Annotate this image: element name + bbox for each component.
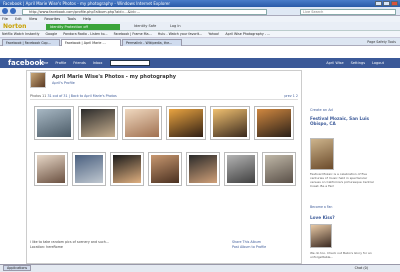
fav-hulu[interactable]: Hulu - Watch your favorit... bbox=[158, 32, 203, 36]
avatar[interactable] bbox=[30, 72, 46, 88]
photo-image bbox=[213, 109, 247, 137]
photos-count: Photos 11 bbox=[30, 94, 47, 98]
tab-wikipedia[interactable]: Permalink - Wikipedia, the... bbox=[122, 39, 182, 46]
photo-thumbnail[interactable] bbox=[210, 106, 250, 140]
photo-thumbnail[interactable] bbox=[224, 152, 258, 186]
ad-body: Festival Mozaic is a celebration of five… bbox=[310, 172, 374, 188]
facebook-header: facebook Home Profile Friends Inbox Apri… bbox=[0, 58, 400, 68]
pagination[interactable]: prev 1 2 bbox=[284, 94, 298, 99]
ad-title[interactable]: Festival Mozaic, San Luis Obispo, CA bbox=[310, 116, 374, 126]
album-links: Photos 11 31 out of 31 | Back to April M… bbox=[30, 94, 117, 99]
photo-image bbox=[189, 155, 217, 183]
photo-image bbox=[257, 109, 291, 137]
album-location: Location: hereRome bbox=[30, 245, 63, 249]
fav-yahoo[interactable]: Yahoo! bbox=[208, 32, 219, 36]
photo-image bbox=[125, 109, 159, 137]
ad2-title[interactable]: Love Kiss? bbox=[310, 215, 335, 220]
nav-home[interactable]: Home bbox=[38, 61, 48, 65]
nav-friends[interactable]: Friends bbox=[73, 61, 86, 65]
nav-settings[interactable]: Settings bbox=[351, 61, 365, 65]
photo-image bbox=[265, 155, 293, 183]
norton-status[interactable]: Identity Protection off bbox=[46, 23, 120, 30]
photo-thumbnail[interactable] bbox=[148, 152, 182, 186]
norton-identity-safe[interactable]: Identity Safe bbox=[134, 23, 156, 30]
nav-logout[interactable]: Logout bbox=[372, 61, 384, 65]
close-button[interactable] bbox=[391, 1, 398, 6]
back-icon[interactable] bbox=[2, 8, 8, 14]
photo-thumbnail[interactable] bbox=[122, 106, 162, 140]
album-description: i like to take random pics of scenery an… bbox=[30, 240, 109, 250]
nav-profile[interactable]: Profile bbox=[55, 61, 66, 65]
profile-link[interactable]: April's Profile bbox=[52, 81, 75, 85]
post-album-link[interactable]: Post Album to Profile bbox=[232, 245, 266, 250]
photo-thumbnail[interactable] bbox=[254, 106, 294, 140]
menu-help[interactable]: Help bbox=[83, 17, 91, 21]
ad2-image[interactable] bbox=[310, 224, 332, 248]
album-pager-row: Photos 11 31 out of 31 | Back to April M… bbox=[30, 94, 298, 100]
photo-thumbnail[interactable] bbox=[262, 152, 296, 186]
photo-image bbox=[169, 109, 203, 137]
photo-image bbox=[37, 155, 65, 183]
nav-buttons bbox=[2, 8, 16, 15]
ads-sidebar: Create an Ad Festival Mozaic, San Luis O… bbox=[310, 108, 390, 259]
photo-thumbnail[interactable] bbox=[34, 152, 68, 186]
photo-image bbox=[81, 109, 115, 137]
facebook-search-input[interactable] bbox=[110, 60, 150, 66]
forward-icon[interactable] bbox=[9, 8, 16, 14]
applications-button[interactable]: Applications bbox=[3, 265, 32, 271]
browser-search-input[interactable]: Live Search bbox=[300, 8, 396, 15]
tab-facebook-april[interactable]: Facebook | April Marie ... bbox=[61, 39, 121, 46]
tab-tools[interactable]: Page Safety Tools bbox=[367, 39, 396, 46]
create-ad-link[interactable]: Create an Ad bbox=[310, 108, 390, 112]
facebook-nav: Home Profile Friends Inbox bbox=[38, 61, 102, 65]
photo-thumbnail[interactable] bbox=[78, 106, 118, 140]
norton-toolbar: Norton Identity Protection off Identity … bbox=[0, 22, 400, 31]
window-title: Facebook | April Marie Wise's Photos - m… bbox=[3, 1, 171, 6]
menu-tools[interactable]: Tools bbox=[67, 17, 76, 21]
window-titlebar: Facebook | April Marie Wise's Photos - m… bbox=[0, 0, 400, 7]
fav-netflix[interactable]: Netflix Watch Instantly bbox=[2, 32, 39, 36]
status-bar: Applications Chat (0) bbox=[0, 264, 400, 272]
photo-image bbox=[113, 155, 141, 183]
minimize-button[interactable] bbox=[375, 1, 382, 6]
maximize-button[interactable] bbox=[383, 1, 390, 6]
fav-april-wise[interactable]: April Wise Photography - ... bbox=[225, 32, 270, 36]
photo-image bbox=[151, 155, 179, 183]
nav-account-name[interactable]: April Wise bbox=[326, 61, 343, 65]
fav-google[interactable]: Google bbox=[46, 32, 58, 36]
ad-image[interactable] bbox=[310, 138, 334, 170]
fav-pandora[interactable]: Pandora Radio - Listen to... bbox=[63, 32, 107, 36]
back-to-photos-link[interactable]: 31 out of 31 | Back to April Marie's Pho… bbox=[47, 94, 116, 98]
photo-thumbnail[interactable] bbox=[34, 106, 74, 140]
tab-facebook-cop[interactable]: Facebook | Facebook Cop... bbox=[2, 39, 60, 46]
photo-image bbox=[37, 109, 71, 137]
nav-inbox[interactable]: Inbox bbox=[93, 61, 103, 65]
favorites-bar: Netflix Watch Instantly Google Pandora R… bbox=[0, 31, 400, 38]
address-bar: http://www.facebook.com/profile.php?albu… bbox=[0, 7, 400, 16]
ad2-body: We do too. Check out Bebo's Glory for an… bbox=[310, 251, 372, 259]
album-actions: Share This Album Post Album to Profile bbox=[232, 240, 266, 250]
fav-facebook[interactable]: Facebook | Frame Ma... bbox=[114, 32, 152, 36]
menu-view[interactable]: View bbox=[29, 17, 37, 21]
photo-thumbnail[interactable] bbox=[72, 152, 106, 186]
window-controls bbox=[375, 1, 398, 6]
norton-login[interactable]: Log In bbox=[170, 23, 181, 30]
menu-file[interactable]: File bbox=[2, 17, 8, 21]
photo-image bbox=[75, 155, 103, 183]
chat-button[interactable]: Chat (0) bbox=[355, 265, 368, 272]
url-field[interactable]: http://www.facebook.com/profile.php?albu… bbox=[22, 8, 267, 15]
norton-logo: Norton bbox=[3, 23, 27, 30]
photo-thumbnail[interactable] bbox=[186, 152, 220, 186]
menu-favorites[interactable]: Favorites bbox=[44, 17, 60, 21]
photo-thumbnail[interactable] bbox=[110, 152, 144, 186]
menu-edit[interactable]: Edit bbox=[15, 17, 22, 21]
photo-image bbox=[227, 155, 255, 183]
album-title: April Marie Wise's Photos - my photograp… bbox=[52, 74, 177, 80]
browser-tabs: Facebook | Facebook Cop... Facebook | Ap… bbox=[0, 38, 400, 46]
facebook-account-nav: April Wise Settings Logout bbox=[326, 61, 384, 65]
photo-thumbnail[interactable] bbox=[166, 106, 206, 140]
become-fan-link[interactable]: Become a Fan bbox=[310, 205, 332, 209]
